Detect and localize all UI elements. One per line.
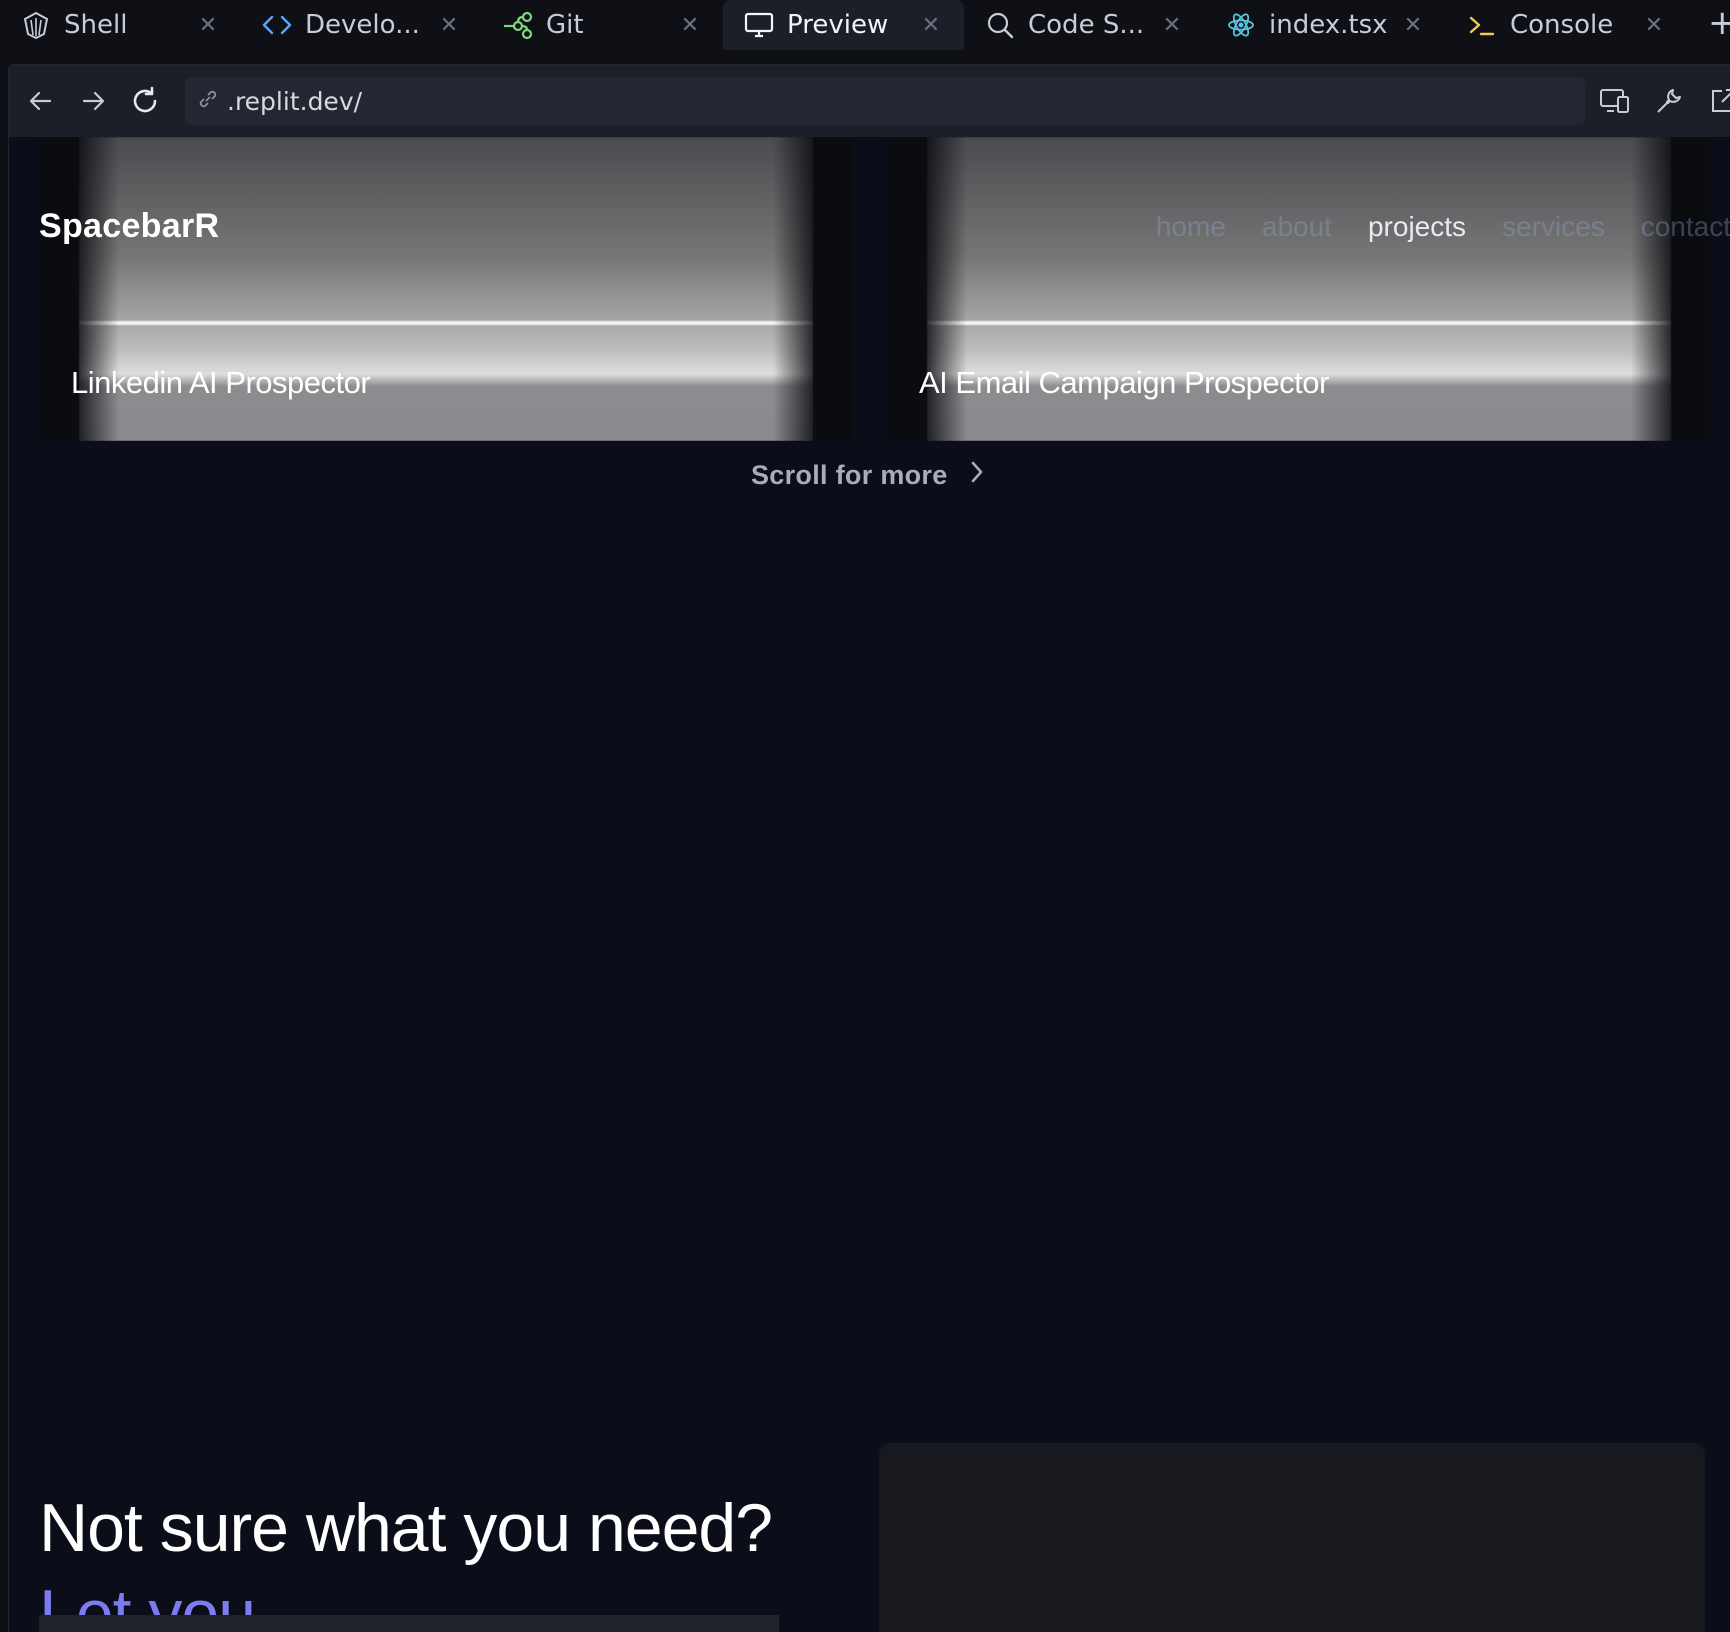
site-logo[interactable]: SpacebarR [39,207,219,246]
scroll-more-label: Scroll for more [751,460,948,490]
web-page: Linkedin AI Prospector AI Email Campaign… [9,137,1730,1632]
tab-developer[interactable]: Develo... ✕ [241,0,482,50]
tab-shell[interactable]: Shell ✕ [0,0,241,50]
close-icon[interactable]: ✕ [677,12,703,38]
close-icon[interactable]: ✕ [195,12,221,38]
monitor-icon [743,9,775,41]
reload-icon[interactable] [125,81,165,121]
horizontal-scrollbar[interactable] [39,1615,779,1632]
tab-code-search[interactable]: Code S... ✕ [964,0,1205,50]
nav-link-home[interactable]: home [1156,211,1226,243]
tab-label: index.tsx [1269,10,1388,40]
preview-pane: .replit.dev/ Linkedin AI Prospector AI E… [8,64,1730,1632]
nav-link-about[interactable]: about [1262,211,1332,243]
forward-arrow-icon[interactable] [73,81,113,121]
project-title: AI Email Campaign Prospector [919,365,1329,400]
contact-panel [879,1443,1705,1632]
tab-label: Shell [64,10,128,40]
tab-label: Develo... [305,10,420,40]
add-tab-icon[interactable]: + [1708,6,1730,42]
tab-console[interactable]: Console ✕ [1446,0,1687,50]
tab-label: Console [1510,10,1614,40]
project-card[interactable]: Linkedin AI Prospector [39,137,853,441]
devices-icon[interactable] [1595,81,1635,121]
tab-index-tsx[interactable]: index.tsx ✕ [1205,0,1446,50]
link-icon [197,87,219,116]
tab-preview[interactable]: Preview ✕ [723,0,964,50]
nav-link-services[interactable]: services [1502,211,1605,243]
project-card[interactable]: AI Email Campaign Prospector [887,137,1711,441]
react-icon [1225,9,1257,41]
open-external-icon[interactable] [1703,81,1730,121]
shell-icon [20,9,52,41]
code-brackets-icon [261,9,293,41]
site-nav: home about projects services contact [1156,211,1730,243]
project-title: Linkedin AI Prospector [71,365,371,400]
tab-git[interactable]: Git ✕ [482,0,723,50]
url-text: .replit.dev/ [227,86,363,116]
back-arrow-icon[interactable] [21,81,61,121]
cta-headline: Not sure what you need? [39,1490,773,1566]
close-icon[interactable]: ✕ [1641,12,1667,38]
search-icon [984,9,1016,41]
nav-link-contact[interactable]: contact [1641,211,1730,243]
wrench-icon[interactable] [1649,81,1689,121]
terminal-icon [1466,9,1498,41]
close-icon[interactable]: ✕ [918,12,944,38]
tab-label: Code S... [1028,10,1145,40]
tab-bar: Shell ✕ Develo... ✕ Git ✕ Preview ✕ Code… [0,0,1730,50]
url-toolbar: .replit.dev/ [9,65,1730,137]
scroll-more-button[interactable]: Scroll for more [751,459,986,492]
tab-label: Git [546,10,584,40]
tab-label: Preview [787,10,889,40]
chevron-right-icon [968,459,986,492]
close-icon[interactable]: ✕ [1400,12,1426,38]
close-icon[interactable]: ✕ [1159,12,1185,38]
nav-link-projects[interactable]: projects [1368,211,1466,243]
close-icon[interactable]: ✕ [436,12,462,38]
url-input[interactable]: .replit.dev/ [185,77,1585,125]
git-branch-icon [502,9,534,41]
